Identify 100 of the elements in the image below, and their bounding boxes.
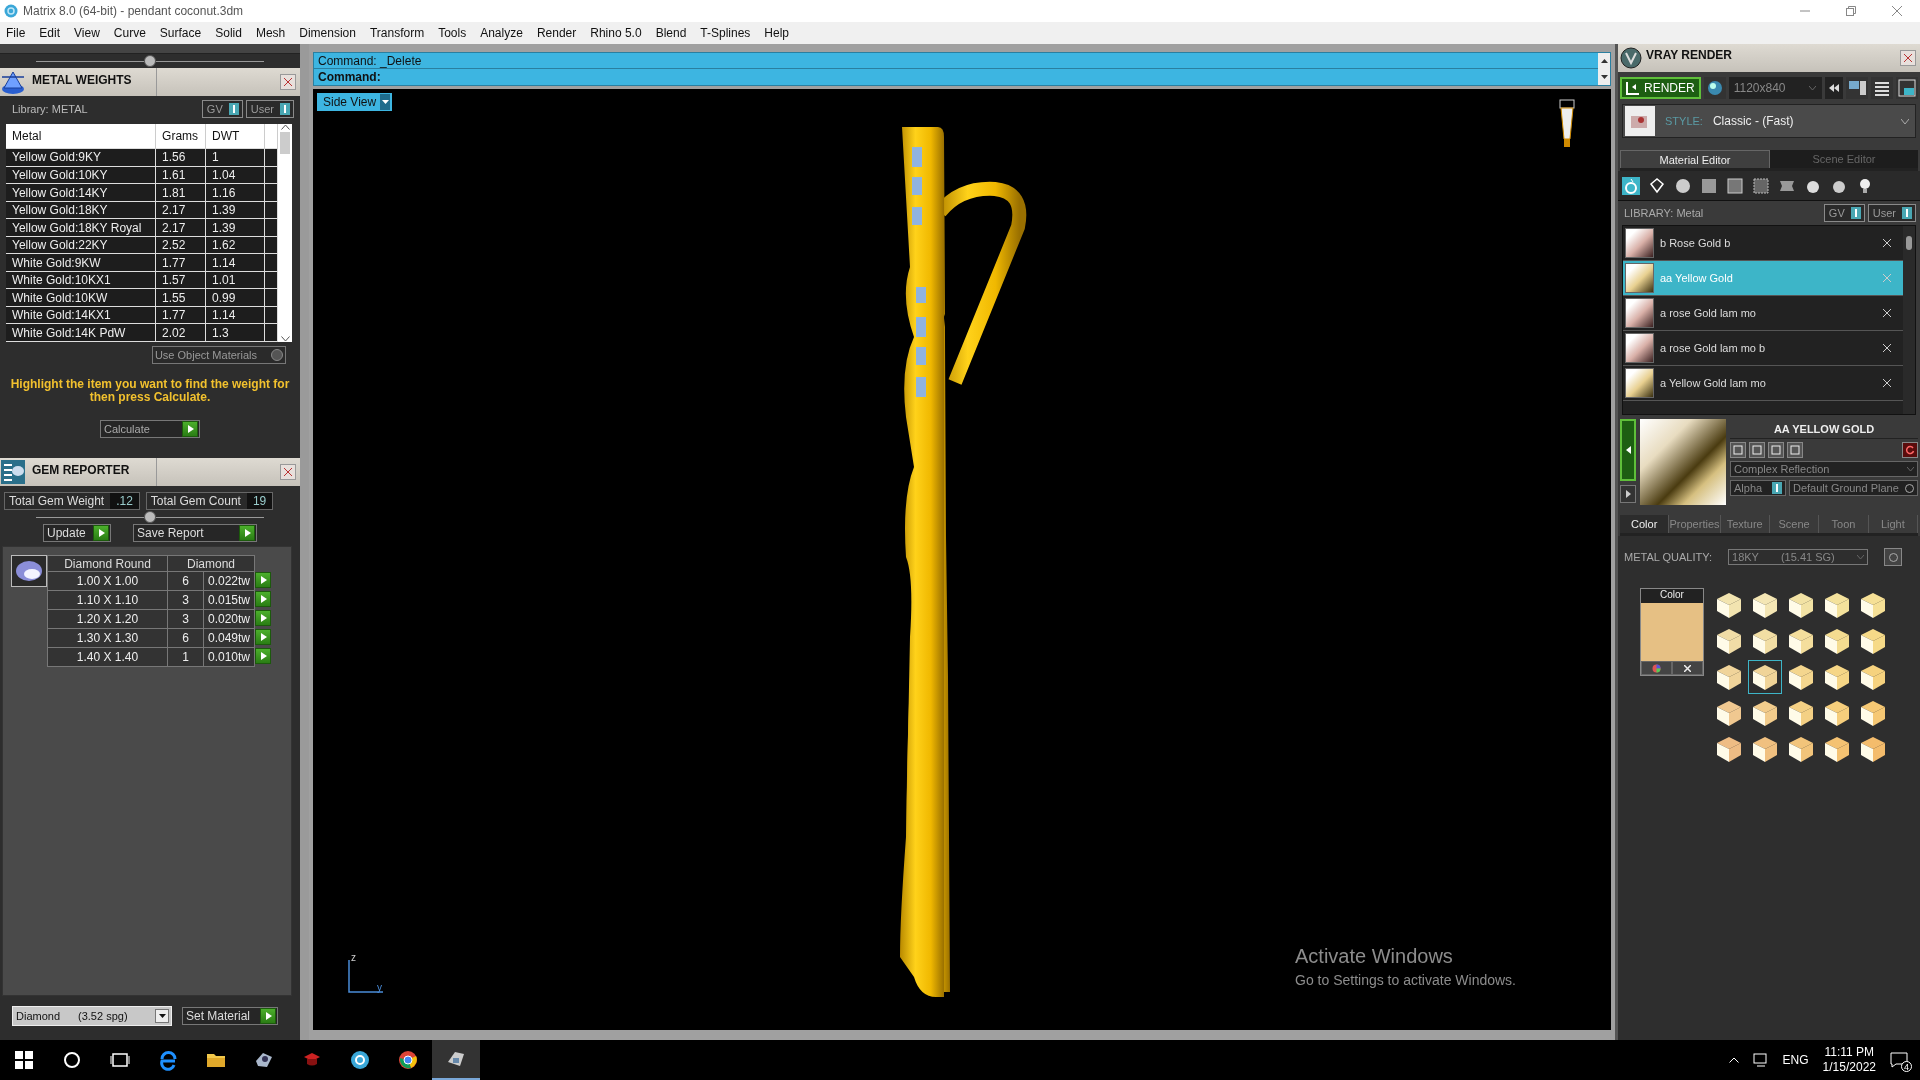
save-render-icon[interactable] bbox=[1896, 77, 1918, 99]
gradient-square-icon[interactable] bbox=[1700, 176, 1718, 195]
menu-item[interactable]: Curve bbox=[113, 26, 146, 40]
scroll-up-icon[interactable] bbox=[1600, 59, 1608, 63]
splitter-handle[interactable] bbox=[144, 511, 156, 523]
reflection-dropdown[interactable]: Complex Reflection bbox=[1730, 461, 1918, 477]
menu-item[interactable]: Solid bbox=[215, 26, 242, 40]
close-icon bbox=[284, 468, 292, 476]
select-button[interactable] bbox=[255, 609, 272, 629]
menu-item[interactable]: Blend bbox=[655, 26, 687, 40]
color-wheel-button[interactable] bbox=[1641, 661, 1672, 675]
scroll-down-icon[interactable] bbox=[280, 336, 290, 342]
collapse-button[interactable] bbox=[1620, 419, 1636, 481]
total-weight-label: Total Gem Weight bbox=[8, 494, 106, 508]
close-icon[interactable] bbox=[1892, 6, 1902, 16]
toggle-button[interactable]: GV bbox=[1823, 204, 1865, 222]
menu-item[interactable]: Surface bbox=[159, 26, 202, 40]
scroll-down-icon[interactable] bbox=[1600, 75, 1608, 79]
toggle-button[interactable]: GV bbox=[201, 100, 243, 118]
menu-item[interactable]: Help bbox=[764, 26, 790, 40]
select-button[interactable] bbox=[255, 647, 272, 667]
close-button[interactable] bbox=[1900, 50, 1916, 66]
start-icon[interactable] bbox=[13, 1049, 35, 1071]
clear-color-button[interactable] bbox=[1672, 661, 1703, 675]
remove-icon[interactable] bbox=[1883, 309, 1891, 317]
material-dropdown[interactable]: Diamond (3.52 spg) bbox=[12, 1006, 172, 1026]
view-dropdown[interactable]: Side View bbox=[317, 93, 393, 111]
option-button[interactable] bbox=[1884, 548, 1903, 566]
remove-icon[interactable] bbox=[1883, 239, 1891, 247]
message-icon bbox=[1890, 1052, 1908, 1068]
pattern-icon[interactable] bbox=[1752, 176, 1770, 195]
toggle-icon bbox=[1850, 207, 1861, 219]
chevron-up-icon[interactable] bbox=[1728, 1057, 1739, 1063]
menu-item[interactable]: Rhino 5.0 bbox=[590, 26, 642, 40]
scrollbar-thumb[interactable] bbox=[1906, 236, 1912, 250]
material-thumbnail bbox=[1625, 298, 1654, 328]
scroll-up-icon[interactable] bbox=[280, 124, 290, 130]
toggle-button[interactable]: User bbox=[1867, 204, 1916, 222]
toggle-button[interactable]: User bbox=[245, 100, 294, 118]
menu-item[interactable]: Edit bbox=[39, 26, 61, 40]
alpha-toggle[interactable]: Alpha bbox=[1730, 480, 1786, 496]
use-object-materials-button[interactable]: Use Object Materials bbox=[151, 346, 286, 364]
command-line: Command: bbox=[317, 69, 382, 85]
expand-button[interactable] bbox=[1620, 485, 1636, 503]
update-button[interactable]: Update bbox=[43, 524, 111, 542]
tab[interactable]: Color bbox=[1620, 515, 1670, 533]
material-thumbnail bbox=[1625, 333, 1654, 363]
material-item[interactable]: a Yellow Gold lam mo bbox=[1623, 366, 1903, 401]
material-item[interactable]: a rose Gold lam mo bbox=[1623, 296, 1903, 331]
render-button[interactable]: RENDER bbox=[1620, 77, 1701, 99]
menu-item[interactable]: Tools bbox=[438, 26, 467, 40]
menu-item[interactable]: File bbox=[6, 26, 26, 40]
menu-item[interactable]: View bbox=[74, 26, 100, 40]
style-dropdown[interactable]: STYLE: Classic - (Fast) bbox=[1622, 104, 1916, 138]
network-icon[interactable] bbox=[1752, 1053, 1769, 1067]
menu-item[interactable]: Mesh bbox=[255, 26, 286, 40]
search-icon[interactable] bbox=[61, 1049, 83, 1071]
calculate-button[interactable]: Calculate bbox=[100, 420, 200, 438]
diamond-icon[interactable] bbox=[1648, 176, 1666, 195]
sphere-icon[interactable] bbox=[1674, 176, 1692, 195]
refresh-button[interactable] bbox=[1902, 442, 1918, 458]
set-material-button[interactable]: Set Material bbox=[182, 1007, 278, 1025]
menu-item[interactable]: T-Splines bbox=[700, 26, 751, 40]
ring-icon[interactable] bbox=[1622, 176, 1640, 195]
list-icon[interactable] bbox=[1871, 77, 1893, 99]
remove-icon[interactable] bbox=[1883, 344, 1891, 352]
notification-button[interactable]: 4 bbox=[1890, 1052, 1908, 1068]
select-button[interactable] bbox=[255, 571, 272, 591]
app-icon[interactable] bbox=[349, 1049, 371, 1071]
clock[interactable]: 11:11 PM 1/15/2022 bbox=[1822, 1045, 1876, 1075]
splitter-handle[interactable] bbox=[144, 55, 156, 67]
toggle-icon bbox=[228, 103, 239, 115]
menu-item[interactable]: Transform bbox=[369, 26, 425, 40]
lamp-icon bbox=[1559, 99, 1575, 149]
close-button[interactable] bbox=[280, 74, 296, 90]
menu-item[interactable]: Render bbox=[536, 26, 577, 40]
language-indicator[interactable]: ENG bbox=[1782, 1053, 1809, 1067]
resolution-dropdown[interactable]: 1120x840 bbox=[1728, 77, 1822, 99]
menu-item[interactable]: Analyze bbox=[480, 26, 523, 40]
metal-quality-dropdown[interactable]: 18KY (15.41 SG) bbox=[1728, 549, 1869, 565]
monitor-icon[interactable] bbox=[1846, 77, 1868, 99]
browser-icon[interactable] bbox=[397, 1049, 419, 1071]
close-button[interactable] bbox=[280, 464, 296, 480]
tab[interactable]: Material Editor bbox=[1620, 150, 1770, 168]
select-button[interactable] bbox=[255, 590, 272, 610]
scrollbar-thumb[interactable] bbox=[280, 132, 290, 154]
panel-title: METAL WEIGHTS bbox=[26, 68, 157, 96]
material-item[interactable]: a rose Gold lam mo b bbox=[1623, 331, 1903, 366]
texture-icon[interactable] bbox=[1726, 176, 1744, 195]
rewind-icon[interactable] bbox=[1825, 77, 1843, 99]
material-item[interactable]: b Rose Gold b bbox=[1623, 226, 1903, 261]
restore-icon[interactable] bbox=[1846, 6, 1856, 16]
axis-label: z bbox=[351, 952, 356, 963]
render-icon bbox=[1626, 81, 1640, 95]
remove-icon[interactable] bbox=[1883, 379, 1891, 387]
ground-plane-toggle[interactable]: Default Ground Plane bbox=[1789, 480, 1918, 496]
save-report-button[interactable]: Save Report bbox=[133, 524, 257, 542]
select-button[interactable] bbox=[255, 628, 272, 648]
menu-item[interactable]: Dimension bbox=[299, 26, 356, 40]
browser-icon[interactable] bbox=[157, 1049, 179, 1071]
